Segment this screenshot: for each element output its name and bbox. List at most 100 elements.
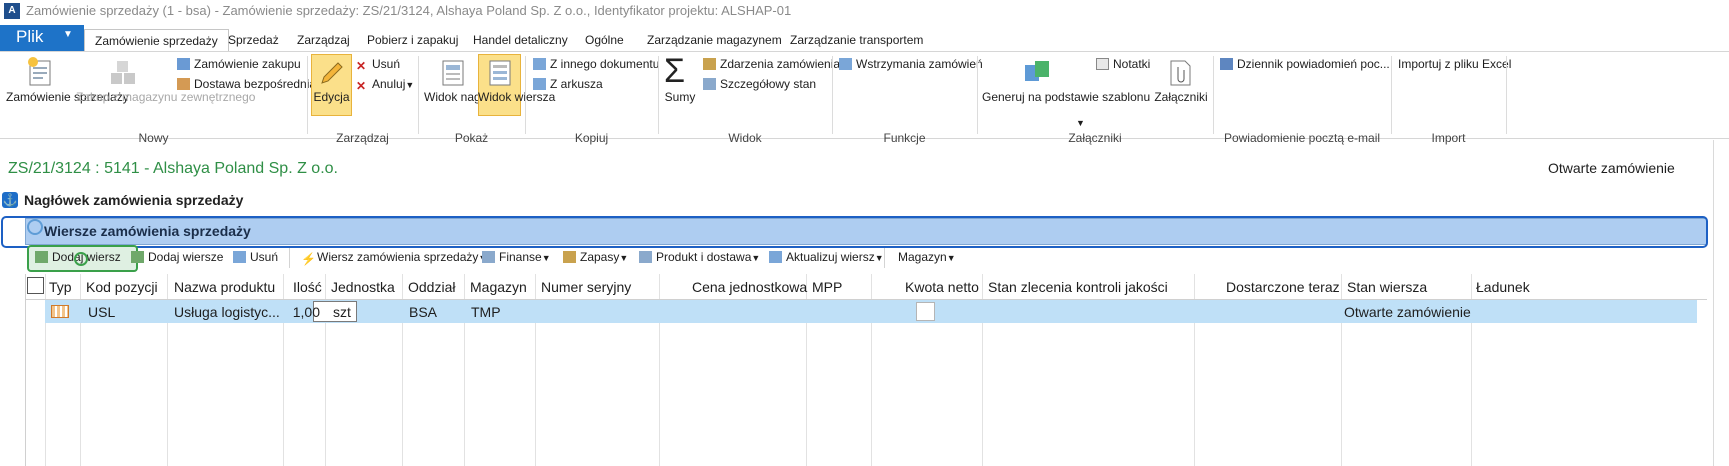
column-header-dostarczone-teraz[interactable]: Dostarczone teraz	[1226, 279, 1340, 295]
notes-label: Notatki	[1113, 57, 1151, 71]
update-line-label: Aktualizuj wiersz	[786, 250, 875, 264]
inventory-menu[interactable]: Zapasy▼	[563, 250, 628, 264]
column-header-jednostka[interactable]: Jednostka	[331, 279, 395, 295]
order-events-button[interactable]: Zdarzenia zamówienia	[703, 56, 840, 72]
pane-border	[1713, 140, 1714, 466]
new-sales-order-button[interactable]: Zamówienie sprzedaży	[6, 90, 129, 104]
generate-from-template-button[interactable]: Generuj na podstawie szablonu	[982, 90, 1150, 104]
cell-nazwa-produktu[interactable]: Usługa logistyc...	[174, 304, 280, 320]
generate-from-template-label: Generuj na podstawie szablonu	[982, 90, 1151, 104]
group-label-nowy: Nowy	[138, 131, 169, 145]
ribbon-divider	[832, 56, 833, 134]
target-icon	[27, 219, 43, 235]
ribbon-divider	[1391, 56, 1392, 134]
copy-journal-icon	[533, 78, 546, 90]
target-icon	[74, 252, 88, 266]
column-header-stan-wiersza[interactable]: Stan wiersza	[1347, 279, 1427, 295]
chevron-down-icon: ▼	[1076, 118, 1085, 128]
cell-magazyn[interactable]: TMP	[471, 304, 501, 320]
remove-line-button[interactable]: Usuń	[233, 250, 278, 264]
cell-kod-pozycji[interactable]: USL	[88, 304, 115, 320]
sales-order-line-menu[interactable]: ⚡Wiersz zamówienia sprzedaży▼	[301, 250, 487, 266]
cell-jednostka[interactable]: szt	[333, 304, 351, 320]
column-header-typ[interactable]: Typ	[49, 279, 72, 295]
product-supply-menu[interactable]: Produkt i dostawa▼	[639, 250, 760, 264]
tab-zarzadzanie-transportem[interactable]: Zarządzanie transportem	[790, 33, 923, 47]
chevron-down-icon: ▼	[405, 80, 415, 90]
ribbon-divider	[525, 56, 526, 134]
chevron-down-icon: ▼	[751, 253, 761, 263]
cancel-button[interactable]: ✕ Anuluj▼	[356, 76, 415, 93]
fasttab-header[interactable]: Nagłówek zamówienia sprzedaży	[0, 189, 1700, 213]
purchase-order-button[interactable]: Zamówienie zakupu	[177, 56, 301, 72]
tab-zarzadzaj[interactable]: Zarządzaj	[297, 33, 350, 47]
order-holds-icon	[839, 58, 852, 70]
ribbon-divider	[418, 56, 419, 134]
column-header-ilosc[interactable]: Ilość	[293, 279, 322, 295]
totals-button[interactable]: Sumy	[662, 90, 698, 104]
cancel-label: Anuluj	[372, 77, 406, 91]
attachments-button[interactable]: Załączniki	[1152, 90, 1210, 104]
chevron-down-icon: ▼	[619, 253, 629, 263]
detailed-status-icon	[703, 78, 716, 90]
column-header-magazyn[interactable]: Magazyn	[470, 279, 527, 295]
direct-delivery-icon	[177, 78, 190, 90]
financials-icon	[482, 251, 495, 263]
line-view-icon	[489, 60, 511, 86]
attachments-label: Załączniki	[1154, 90, 1208, 104]
mpp-checkbox[interactable]	[916, 302, 935, 321]
tab-zamowienie-sprzedazy[interactable]: Zamówienie sprzedaży	[84, 29, 229, 51]
copy-from-journal-button[interactable]: Z arkusza	[533, 76, 603, 92]
column-header-ladunek[interactable]: Ładunek	[1476, 279, 1530, 295]
tab-zarzadzanie-magazynem[interactable]: Zarządzanie magazynem	[647, 33, 782, 47]
tab-pobierz-i-zapakuj[interactable]: Pobierz i zapakuj	[367, 33, 458, 47]
copy-from-document-button[interactable]: Z innego dokumentu	[533, 56, 659, 72]
column-header-kod-pozycji[interactable]: Kod pozycji	[86, 279, 158, 295]
add-line-icon	[35, 251, 48, 263]
cell-ilosc[interactable]: 1,00	[288, 304, 320, 320]
column-header-mpp[interactable]: MPP	[812, 279, 842, 295]
order-holds-label: Wstrzymania zamówień	[856, 57, 983, 71]
direct-delivery-label: Dostawa bezpośrednia	[194, 77, 317, 91]
warehouse-menu[interactable]: Magazyn▼	[898, 250, 956, 264]
ribbon-divider	[977, 56, 978, 134]
tab-handel-detaliczny[interactable]: Handel detaliczny	[473, 33, 568, 47]
column-header-cena-jednostkowa[interactable]: Cena jednostkowa	[692, 279, 807, 295]
group-label-pokaz: Pokaż	[454, 131, 489, 145]
import-excel-button[interactable]: Importuj z pliku Excel	[1398, 56, 1511, 72]
chevron-down-icon: ▼	[541, 253, 551, 263]
notification-log-label: Dziennik powiadomień poc...	[1237, 57, 1390, 71]
tab-sprzedaz[interactable]: Sprzedaż	[228, 33, 279, 47]
chevron-down-icon: ▼	[946, 253, 956, 263]
group-label-email: Powiadomienie pocztą e-mail	[1223, 131, 1381, 145]
remove-line-label: Usuń	[250, 250, 279, 264]
file-menu-button[interactable]: Plik ▼	[0, 25, 84, 51]
purchase-order-icon	[177, 58, 190, 70]
group-label-funkcje: Funkcje	[883, 131, 926, 145]
add-lines-button[interactable]: Dodaj wiersze	[131, 250, 223, 264]
notes-button[interactable]: Notatki	[1096, 56, 1150, 72]
cell-oddzial[interactable]: BSA	[409, 304, 437, 320]
purchase-external-warehouse-button[interactable]: Zakup z magazynu zewnętrznego	[76, 90, 255, 104]
delete-button[interactable]: ✕ Usuń	[356, 56, 400, 73]
remove-line-icon	[233, 251, 246, 263]
cell-stan-wiersza[interactable]: Otwarte zamówienie	[1344, 304, 1471, 320]
select-all-checkbox[interactable]	[27, 277, 44, 294]
column-header-numer-seryjny[interactable]: Numer seryjny	[541, 279, 631, 295]
direct-delivery-button[interactable]: Dostawa bezpośrednia	[177, 76, 316, 92]
detailed-status-button[interactable]: Szczegółowy stan	[703, 76, 816, 92]
window-title: Zamówienie sprzedaży (1 - bsa) - Zamówie…	[26, 3, 792, 18]
column-header-stan-kontroli[interactable]: Stan zlecenia kontroli jakości	[988, 279, 1168, 295]
financials-menu[interactable]: Finanse▼	[482, 250, 551, 264]
line-type-icon	[51, 305, 69, 318]
column-header-nazwa-produktu[interactable]: Nazwa produktu	[174, 279, 275, 295]
order-holds-button[interactable]: Wstrzymania zamówień	[839, 56, 983, 72]
header-view-button[interactable]: Widok nagłówka	[424, 90, 511, 104]
file-menu-label: Plik	[16, 27, 44, 46]
tab-ogolne[interactable]: Ogólne	[585, 33, 624, 47]
group-label-zalaczniki: Załączniki	[1068, 131, 1122, 145]
notification-log-button[interactable]: Dziennik powiadomień poc...	[1220, 56, 1390, 72]
update-line-menu[interactable]: Aktualizuj wiersz▼	[769, 250, 884, 264]
column-header-oddzial[interactable]: Oddział	[408, 279, 455, 295]
column-header-kwota-netto[interactable]: Kwota netto	[905, 279, 979, 295]
